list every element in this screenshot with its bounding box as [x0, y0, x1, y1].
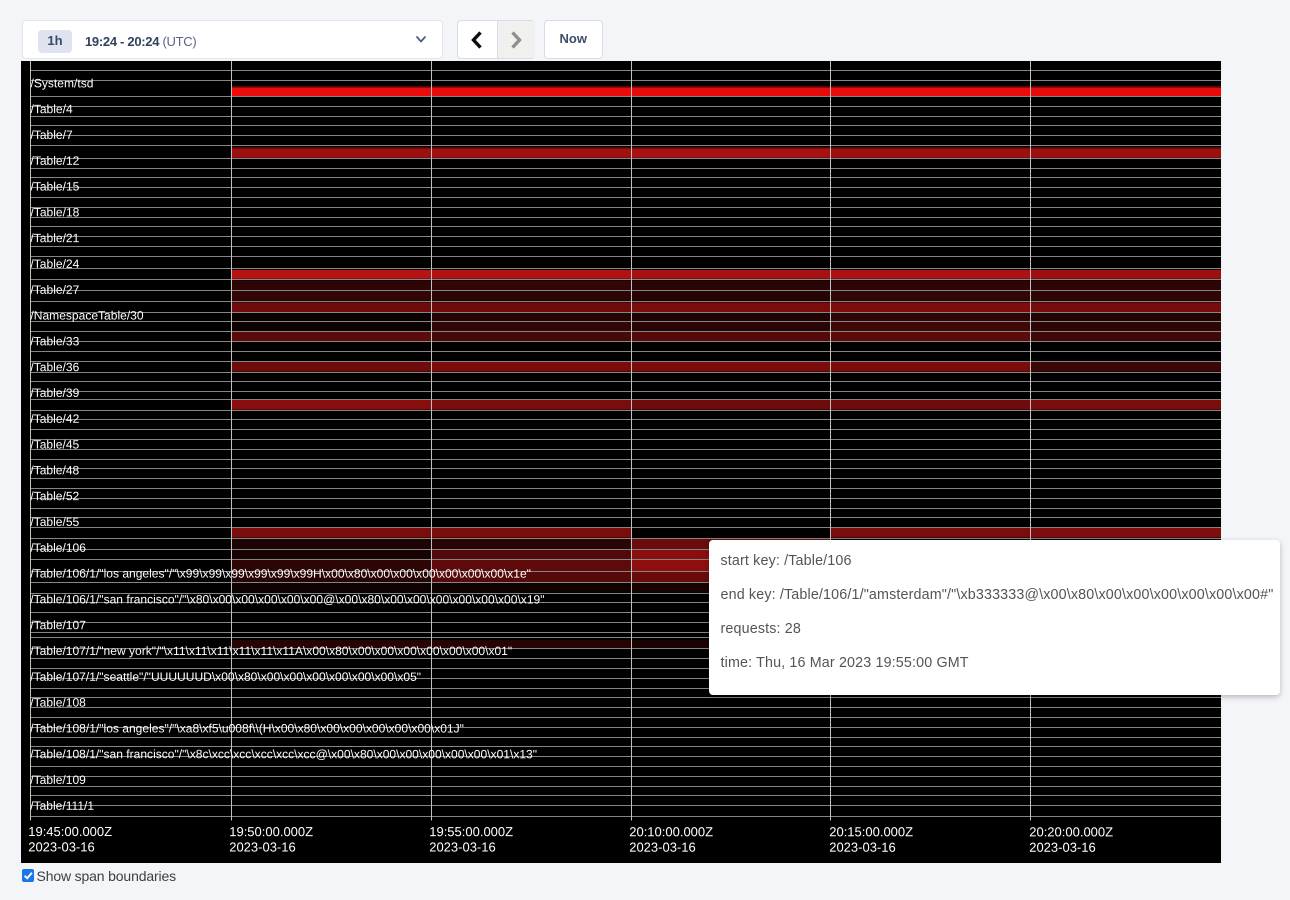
svg-text:/Table/109: /Table/109 — [30, 773, 86, 787]
svg-text:/Table/7: /Table/7 — [30, 128, 72, 142]
svg-text:/Table/12: /Table/12 — [30, 154, 79, 168]
svg-text:/Table/36: /Table/36 — [30, 360, 79, 374]
svg-text:/Table/15: /Table/15 — [30, 180, 79, 194]
svg-text:/NamespaceTable/30: /NamespaceTable/30 — [30, 309, 143, 323]
svg-text:19:45:00.000Z: 19:45:00.000Z — [28, 824, 112, 839]
svg-text:2023-03-16: 2023-03-16 — [829, 840, 896, 855]
svg-text:2023-03-16: 2023-03-16 — [229, 839, 296, 854]
svg-text:/Table/33: /Table/33 — [30, 334, 79, 348]
svg-text:2023-03-16: 2023-03-16 — [429, 840, 496, 855]
svg-text:19:50:00.000Z: 19:50:00.000Z — [229, 824, 313, 839]
svg-text:20:10:00.000Z: 20:10:00.000Z — [629, 824, 713, 839]
svg-text:/Table/39: /Table/39 — [30, 386, 79, 400]
svg-text:/Table/108/1/"los angeles"/"\x: /Table/108/1/"los angeles"/"\xa8\xf5\u00… — [30, 721, 464, 735]
svg-text:/System/tsd: /System/tsd — [30, 76, 93, 90]
svg-text:/Table/24: /Table/24 — [30, 257, 79, 271]
svg-text:20:15:00.000Z: 20:15:00.000Z — [829, 824, 913, 839]
svg-text:/Table/55: /Table/55 — [30, 515, 79, 529]
svg-text:/Table/18: /Table/18 — [30, 205, 79, 219]
svg-text:/Table/106: /Table/106 — [30, 541, 86, 555]
svg-text:/Table/106/1/"san francisco"/": /Table/106/1/"san francisco"/"\x80\x00\x… — [30, 592, 544, 606]
svg-text:20:20:00.000Z: 20:20:00.000Z — [1029, 824, 1113, 839]
svg-text:/Table/52: /Table/52 — [30, 489, 79, 503]
svg-text:2023-03-16: 2023-03-16 — [1029, 840, 1096, 855]
svg-text:/Table/106/1/"los angeles"/"\x: /Table/106/1/"los angeles"/"\x99\x99\x99… — [30, 567, 531, 581]
svg-text:/Table/107/1/"new york"/"\x11\: /Table/107/1/"new york"/"\x11\x11\x11\x1… — [30, 644, 512, 658]
svg-text:/Table/107/1/"seattle"/"UUUUUU: /Table/107/1/"seattle"/"UUUUUUD\x00\x80\… — [30, 670, 421, 684]
svg-text:/Table/108: /Table/108 — [30, 696, 86, 710]
svg-text:/Table/111/1: /Table/111/1 — [30, 799, 94, 813]
svg-text:2023-03-16: 2023-03-16 — [28, 839, 95, 854]
svg-text:2023-03-16: 2023-03-16 — [629, 840, 696, 855]
svg-text:/Table/107: /Table/107 — [30, 618, 86, 632]
svg-text:/Table/42: /Table/42 — [30, 412, 79, 426]
svg-text:/Table/108/1/"san francisco"/": /Table/108/1/"san francisco"/"\x8c\xcc\x… — [30, 747, 537, 761]
svg-text:/Table/21: /Table/21 — [30, 231, 79, 245]
svg-text:/Table/27: /Table/27 — [30, 283, 79, 297]
svg-text:19:55:00.000Z: 19:55:00.000Z — [429, 824, 513, 839]
svg-text:/Table/45: /Table/45 — [30, 438, 79, 452]
svg-text:/Table/4: /Table/4 — [30, 102, 72, 116]
svg-text:/Table/48: /Table/48 — [30, 463, 79, 477]
